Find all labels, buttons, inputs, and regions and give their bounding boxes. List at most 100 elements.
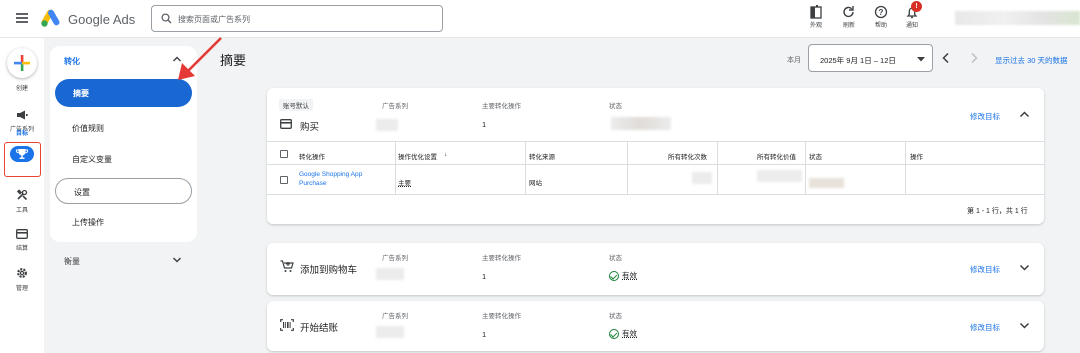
- rail-item-tools[interactable]: 工具: [0, 189, 44, 214]
- plus-icon: [14, 55, 30, 71]
- trophy-icon: [15, 149, 29, 159]
- left-rail: 创建 广告系列 目标 工具 结算 管理: [0, 38, 44, 353]
- google-ads-logo[interactable]: [40, 8, 62, 28]
- account-info[interactable]: [955, 11, 1080, 25]
- col-header-optimization[interactable]: 操作优化设置: [398, 151, 437, 161]
- goal-card-add-to-cart: 添加到购物车 广告系列 主要转化操作 1 状态 有效 修改目标: [267, 243, 1044, 295]
- refresh-button[interactable]: 刷新: [835, 3, 863, 33]
- period-label: 本月: [787, 57, 801, 64]
- page-title: 摘要: [220, 53, 247, 68]
- col-header-status[interactable]: 状态: [809, 151, 822, 161]
- conversions-section-title[interactable]: 转化: [64, 56, 80, 67]
- app-name: Google Ads: [68, 12, 136, 27]
- refresh-label: 刷新: [842, 23, 855, 29]
- checkout-scan-icon: [280, 319, 294, 331]
- create-button[interactable]: [7, 48, 37, 78]
- check-circle-icon: [609, 329, 619, 340]
- nav-item-measure[interactable]: 衡量: [64, 256, 80, 267]
- edit-goal-link[interactable]: 修改目标: [970, 322, 1000, 333]
- table-divider: [267, 141, 1044, 142]
- source-value: 网站: [529, 180, 542, 187]
- goal-card-purchase: 账号默认 购买 广告系列 主要转化操作 1 状态 修改目标 转化操作 操作优化设…: [267, 88, 1044, 224]
- status-redacted: [809, 178, 844, 188]
- optimization-value[interactable]: 主要: [398, 177, 411, 187]
- menu-icon[interactable]: [16, 13, 28, 23]
- status-value: 有效: [622, 329, 637, 338]
- search-input[interactable]: 搜索页面或广告系列: [151, 5, 443, 32]
- previous-period-icon[interactable]: [941, 52, 951, 64]
- goal-name: 添加到购物车: [300, 265, 358, 276]
- date-range-value: 2025年 9月 1日 – 12日: [820, 56, 896, 65]
- check-circle-icon: [609, 271, 619, 282]
- chevron-down-icon[interactable]: [172, 256, 182, 264]
- chevron-up-icon[interactable]: [1019, 110, 1030, 118]
- conversion-action-link[interactable]: Google Shopping App Purchase: [299, 170, 379, 188]
- megaphone-icon: [17, 110, 28, 120]
- nav-item-settings-label: 设置: [74, 188, 90, 197]
- campaign-value-redacted: [376, 119, 398, 131]
- account-default-tag: 账号默认: [279, 99, 313, 111]
- goal-name: 购买: [300, 122, 320, 133]
- credit-card-icon: [16, 229, 28, 239]
- goal-name: 开始结账: [300, 323, 339, 334]
- gear-icon: [17, 268, 27, 278]
- col-header-actions[interactable]: 操作: [910, 151, 923, 161]
- nav-item-summary[interactable]: 摘要: [55, 79, 192, 107]
- appearance-icon: [810, 5, 822, 19]
- pagination-text: 第 1 - 1 行，共 1 行: [967, 208, 1028, 215]
- tools-icon: [16, 189, 28, 201]
- row-checkbox[interactable]: [280, 176, 288, 184]
- notification-badge: !: [911, 1, 922, 12]
- col-divider: [525, 141, 526, 195]
- edit-goal-link[interactable]: 修改目标: [970, 111, 1000, 122]
- status-label: 状态: [609, 313, 622, 320]
- nav-item-summary-label: 摘要: [73, 89, 89, 98]
- rail-item-goals[interactable]: [10, 146, 34, 162]
- appearance-label: 外观: [809, 23, 822, 29]
- edit-goal-link[interactable]: 修改目标: [970, 264, 1000, 275]
- status-value-redacted: [611, 117, 671, 130]
- chevron-down-icon[interactable]: [1019, 322, 1030, 330]
- svg-text:?: ?: [879, 8, 884, 17]
- primary-actions-value: 1: [482, 120, 487, 129]
- status-label: 状态: [609, 103, 622, 110]
- table-header-divider: [267, 164, 1044, 165]
- value-redacted: [757, 170, 802, 182]
- help-button[interactable]: ? 帮助: [867, 3, 895, 33]
- select-all-checkbox[interactable]: [280, 150, 288, 158]
- status-label: 状态: [609, 255, 622, 262]
- nav-item-settings[interactable]: 设置: [55, 178, 192, 204]
- notifications-label: 通知: [905, 23, 918, 29]
- sort-arrow-icon[interactable]: ↓: [444, 151, 447, 158]
- date-range-picker[interactable]: 2025年 9月 1日 – 12日: [808, 44, 933, 72]
- rail-create-label-wrap: 创建: [0, 81, 44, 92]
- nav-item-value-rules[interactable]: 价值规则: [72, 123, 104, 134]
- col-divider: [627, 141, 628, 195]
- campaign-label: 广告系列: [382, 255, 408, 262]
- rail-item-admin[interactable]: 管理: [0, 267, 44, 292]
- search-placeholder: 搜索页面或广告系列: [178, 15, 250, 24]
- appearance-button[interactable]: 外观: [802, 3, 830, 33]
- goal-card-begin-checkout: 开始结账 广告系列 主要转化操作 1 状态 有效 修改目标: [267, 301, 1044, 351]
- table-footer-divider: [267, 194, 1044, 195]
- col-header-all-value[interactable]: 所有转化价值: [757, 151, 796, 161]
- col-divider: [905, 141, 906, 195]
- next-period-icon[interactable]: [969, 52, 979, 64]
- notifications-button[interactable]: 通知 !: [898, 1, 926, 33]
- annotation-arrow: [178, 37, 222, 80]
- show-last-30-days-link[interactable]: 显示过去 30 天的数据: [995, 55, 1068, 66]
- dropdown-arrow-icon: [917, 57, 925, 62]
- nav-item-custom-variables[interactable]: 自定义变量: [72, 154, 112, 165]
- primary-actions-value: 1: [482, 330, 487, 339]
- primary-actions-label: 主要转化操作: [482, 313, 521, 320]
- nav-item-upload[interactable]: 上传操作: [72, 217, 104, 228]
- col-header-all-conversions[interactable]: 所有转化次数: [668, 151, 707, 161]
- col-header-source[interactable]: 转化来源: [529, 151, 555, 161]
- top-bar: Google Ads 搜索页面或广告系列 外观 刷新 ? 帮助 通知 !: [0, 0, 1080, 38]
- chevron-down-icon[interactable]: [1019, 264, 1030, 272]
- help-icon: ?: [874, 5, 888, 19]
- credit-card-icon: [280, 119, 292, 129]
- rail-item-billing[interactable]: 结算: [0, 229, 44, 252]
- col-header-conversion-action[interactable]: 转化操作: [299, 151, 325, 161]
- help-label: 帮助: [874, 23, 887, 29]
